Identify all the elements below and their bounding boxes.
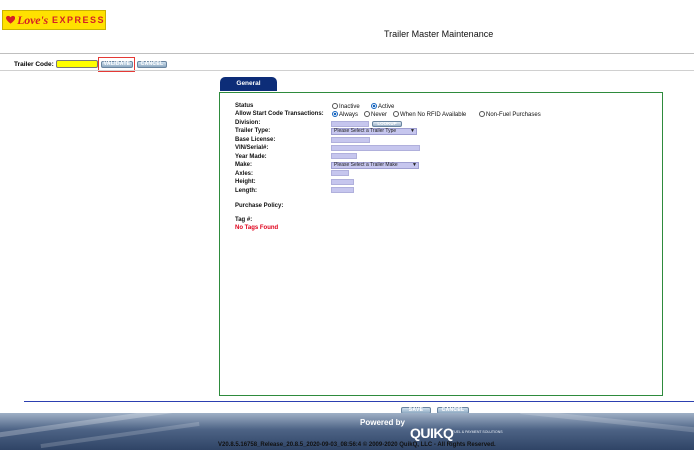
allow-always-radio[interactable] [332,111,338,117]
status-active-option[interactable]: Active [371,103,394,110]
quikq-logo: QUIKQ [410,425,454,441]
allow-no-rfid-radio[interactable] [393,111,399,117]
cancel-button-top[interactable]: CANCEL [137,61,167,68]
base-license-label: Base License: [235,137,276,143]
road-stripe-decoration [520,413,694,434]
loves-express-logo: Love's EXPRESS [2,10,106,30]
status-inactive-radio[interactable] [332,103,338,109]
allow-no-rfid-text: When No RFID Available [400,112,467,118]
status-inactive-option[interactable]: Inactive [332,103,360,110]
allow-never-option[interactable]: Never [364,111,387,118]
allow-never-text: Never [371,112,388,118]
allow-never-radio[interactable] [364,111,370,117]
height-input[interactable] [331,179,354,185]
make-select[interactable]: Please Select a Trailer Make ▼ [331,162,419,169]
year-made-input[interactable] [331,153,357,159]
status-active-text: Active [378,104,395,110]
allow-always-text: Always [339,112,359,118]
validate-button[interactable]: VALIDATE [101,61,133,68]
allow-non-fuel-radio[interactable] [479,111,485,117]
trailer-type-selected: Please Select a Trailer Type [334,128,397,134]
allow-no-rfid-option[interactable]: When No RFID Available [393,111,466,118]
make-selected: Please Select a Trailer Make [334,162,398,168]
quikq-tagline: FUEL & PAYMENT SOLUTIONS [452,430,503,434]
chevron-down-icon: ▼ [410,128,415,134]
tab-general[interactable]: General [220,77,277,91]
axles-input[interactable] [331,170,349,176]
trailer-code-label: Trailer Code: [14,61,54,68]
purchase-policy-label: Purchase Policy: [235,203,284,209]
allow-always-option[interactable]: Always [332,111,358,118]
version-copyright-text: V20.8.5.16758_Release_20.8.5_2020-09-03_… [218,442,496,448]
length-input[interactable] [331,187,354,193]
status-active-radio[interactable] [371,103,377,109]
powered-by-text: Powered by [360,418,405,427]
status-inactive-text: Inactive [339,104,360,110]
allow-start-code-label: Allow Start Code Transactions: [235,111,324,117]
make-label: Make: [235,162,253,168]
chevron-down-icon: ▼ [412,162,417,168]
logo-brand-text: Love's [17,12,48,27]
trailer-code-input[interactable] [56,60,98,68]
allow-non-fuel-text: Non-Fuel Purchases [486,112,541,118]
allow-non-fuel-option[interactable]: Non-Fuel Purchases [479,111,541,118]
base-license-input[interactable] [331,137,370,143]
trailer-type-select[interactable]: Please Select a Trailer Type ▼ [331,128,417,135]
vin-serial-input[interactable] [331,145,420,151]
vin-serial-label: VIN/Serial#: [235,145,269,151]
division-lookup-button[interactable]: LOOKUP [372,121,402,127]
bottom-divider [24,401,694,402]
header-divider [0,53,694,54]
trailer-bar-divider [0,70,694,71]
tag-label: Tag #: [235,217,253,223]
logo-express-text: EXPRESS [51,15,105,25]
status-label: Status [235,103,254,109]
page-title: Trailer Master Maintenance [384,29,494,39]
division-input[interactable] [331,121,369,127]
year-made-label: Year Made: [235,154,267,160]
length-label: Length: [235,188,257,194]
division-label: Division: [235,120,261,126]
trailer-type-label: Trailer Type: [235,128,271,134]
no-tags-message: No Tags Found [235,225,279,231]
road-stripe-decoration [0,413,180,440]
axles-label: Axles: [235,171,254,177]
height-label: Height: [235,179,256,185]
general-panel [219,92,663,396]
heart-icon [6,15,16,24]
